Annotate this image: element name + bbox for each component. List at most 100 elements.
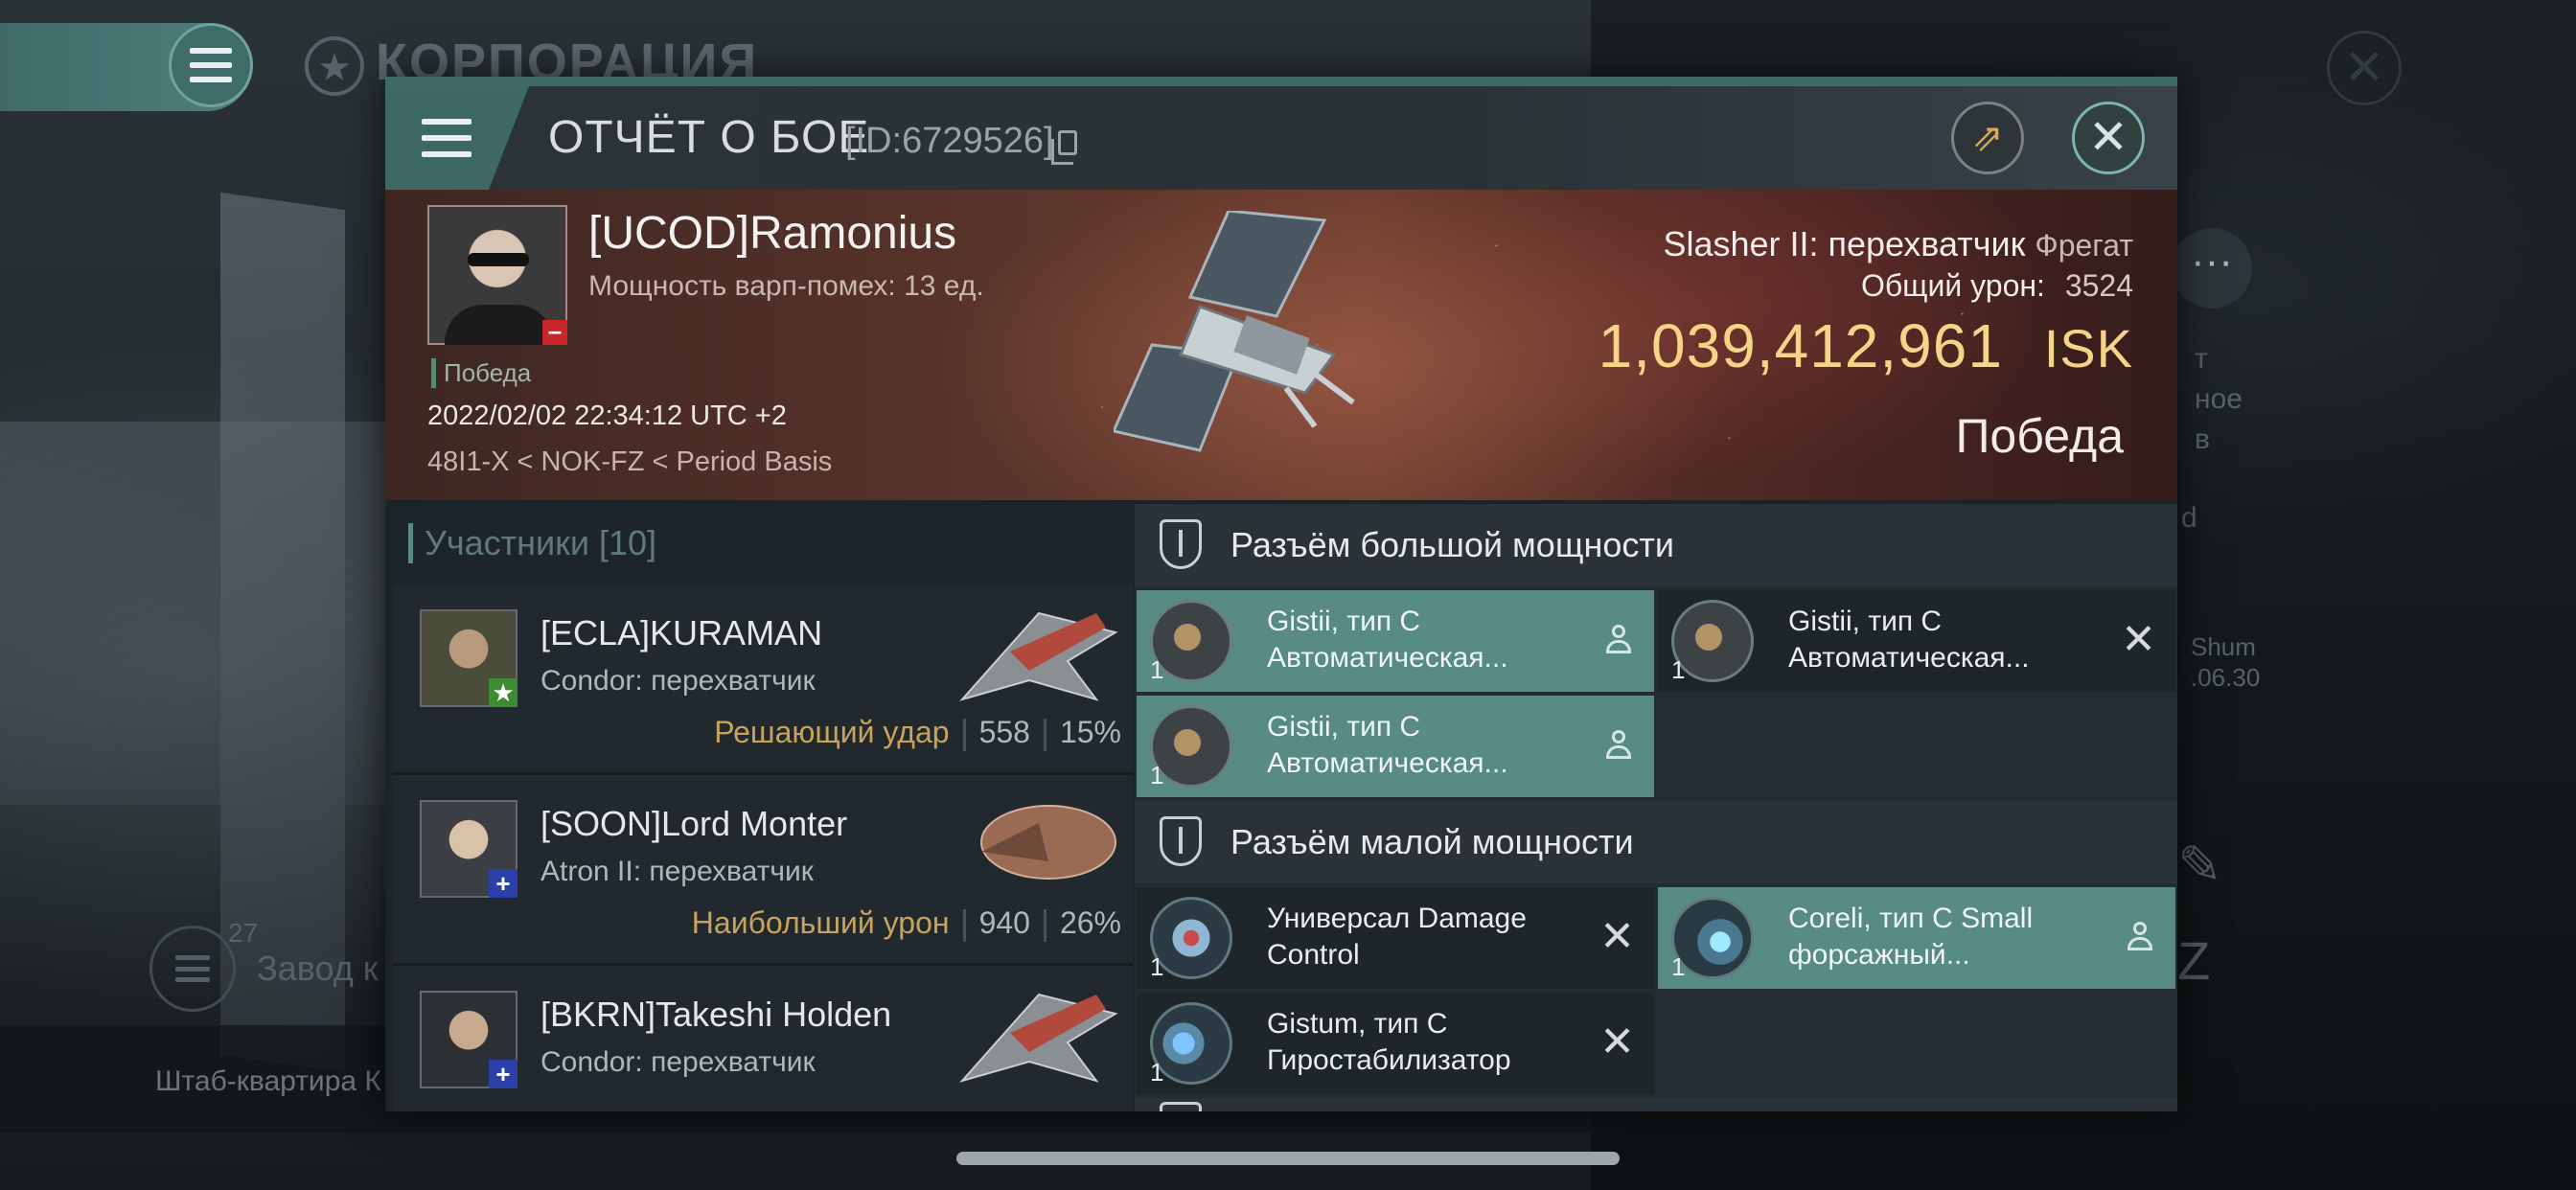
module-name: Coreli, тип C Small форсажный... — [1788, 903, 2034, 971]
star-badge-icon: ★ — [489, 678, 518, 707]
bg-side-text: .06.30 — [2191, 663, 2261, 692]
fitting-panel: Разъём большой мощности 1 Gistii, тип CА… — [1135, 504, 2177, 1111]
destroyed-x-icon: ✕ — [1599, 913, 1635, 960]
module-quantity: 1 — [1671, 655, 1686, 684]
more-options-icon[interactable]: ··· — [2172, 228, 2252, 309]
participant-name: [BKRN]Takeshi Holden — [540, 995, 892, 1034]
isk-value: 1,039,412,961 ISK — [1598, 310, 2133, 381]
isk-amount: 1,039,412,961 — [1598, 311, 2003, 380]
participant-percent: 26% — [1059, 905, 1121, 940]
share-icon[interactable]: ⇗ — [1951, 102, 2024, 174]
battle-result: Победа — [1955, 409, 2124, 463]
module-name: Gistum, тип C Гиростабилизатор — [1267, 1008, 1511, 1076]
hostile-badge-icon: – — [542, 318, 567, 345]
isk-currency: ISK — [2043, 318, 2133, 378]
participants-panel: Участники [10] ★ [ECLA]KURAMAN Condor: п… — [389, 504, 1133, 1111]
dropped-person-icon — [1606, 625, 1631, 657]
module-tile[interactable]: 1 Gistii, тип C Автоматическая... — [1137, 696, 1654, 797]
dropped-person-icon — [2128, 922, 2152, 954]
plus-badge-icon: + — [489, 869, 518, 898]
module-name: Gistii, тип C Автоматическая... — [1788, 606, 2030, 674]
victim-ship-image — [1114, 211, 1355, 452]
high-slot-header: Разъём большой мощности — [1135, 504, 2177, 586]
warp-disruption-strength: Мощность варп-помех: 13 ед. — [588, 270, 984, 302]
participant-role: Наибольший урон — [691, 905, 950, 940]
bg-side-text: в — [2195, 423, 2210, 455]
star-icon: ★ — [305, 36, 364, 96]
bottom-label: Завод к — [257, 949, 379, 988]
participant-stats: Наибольший урон 940 26% — [692, 905, 1121, 942]
bg-side-text: ное — [2195, 383, 2242, 415]
total-damage-label: Общий урон: — [1860, 268, 2045, 303]
participant-role: Решающий удар — [714, 715, 950, 749]
high-slot-title: Разъём большой мощности — [1230, 525, 1674, 564]
participant-ship: Condor: перехватчик — [540, 665, 816, 697]
module-tile[interactable]: 1 Gistii, тип C Автоматическая... — [1137, 590, 1654, 692]
settings-icon[interactable]: Z — [2177, 929, 2210, 992]
bottom-menu-button[interactable] — [150, 926, 236, 1012]
dialog-menu-button[interactable] — [385, 86, 529, 190]
total-damage-value: 3524 — [2064, 268, 2133, 303]
close-icon[interactable]: ✕ — [2072, 102, 2145, 174]
total-damage: Общий урон: 3524 — [1861, 268, 2133, 304]
kill-datetime: 2022/02/02 22:34:12 UTC +2 — [427, 400, 787, 431]
kill-location[interactable]: 48I1-X < NOK-FZ < Period Basis — [427, 446, 832, 478]
dialog-title: ОТЧЁТ О БОЕ — [548, 112, 870, 163]
participant-row[interactable]: + [SOON]Lord Monter Atron II: перехватчи… — [393, 775, 1133, 966]
participant-row[interactable]: + [BKRN]Takeshi Holden Condor: перехватч… — [393, 966, 1133, 1111]
battle-report-dialog: ОТЧЁТ О БОЕ [ID:6729526] ⇗ ✕ – [UCOD]Ram… — [385, 77, 2177, 1111]
copy-icon[interactable] — [1051, 130, 1077, 165]
main-menu-button[interactable] — [169, 23, 253, 107]
slot-icon — [1160, 1102, 1202, 1111]
destroyed-x-icon: ✕ — [2121, 616, 2156, 663]
participant-row[interactable]: ★ [ECLA]KURAMAN Condor: перехватчик Реша… — [393, 584, 1133, 775]
hq-label: Штаб-квартира К — [155, 1065, 381, 1097]
module-name: Gistii, тип C Автоматическая... — [1267, 606, 1508, 674]
participant-name: [SOON]Lord Monter — [540, 804, 848, 843]
dialog-header: ОТЧЁТ О БОЕ [ID:6729526] ⇗ ✕ — [385, 86, 2177, 190]
low-slot-title: Разъём малой мощности — [1230, 822, 1634, 861]
plus-badge-icon: + — [489, 1060, 518, 1088]
participant-stats: Решающий удар 558 15% — [714, 715, 1121, 751]
module-tile[interactable]: 1 Gistii, тип C Автоматическая... ✕ — [1658, 590, 2175, 692]
participant-ship-image — [958, 993, 1118, 1083]
participants-count: [10] — [599, 523, 657, 562]
participant-ship-image — [980, 805, 1116, 880]
module-tile[interactable]: 1 Gistum, тип C Гиростабилизатор ✕ — [1137, 993, 1654, 1094]
destroyed-x-icon: ✕ — [1599, 1018, 1635, 1065]
victim-name[interactable]: [UCOD]Ramonius — [588, 207, 956, 260]
participants-heading: Участники [10] — [408, 523, 656, 563]
participant-damage: 558 — [978, 715, 1030, 749]
module-quantity: 1 — [1150, 761, 1164, 790]
dropped-person-icon — [1606, 730, 1631, 763]
victim-ship[interactable]: Slasher II: перехватчик Фрегат — [1663, 224, 2133, 264]
module-tile[interactable]: 1 Coreli, тип C Small форсажный... — [1658, 887, 2175, 989]
module-quantity: 1 — [1150, 655, 1164, 684]
victim-banner: – [UCOD]Ramonius Мощность варп-помех: 13… — [385, 190, 2177, 500]
home-indicator[interactable] — [956, 1152, 1620, 1165]
high-slot-icon — [1160, 519, 1202, 569]
participants-label: Участники — [425, 523, 589, 562]
edit-icon[interactable]: ✎ — [2177, 834, 2222, 897]
bottom-count: 27 — [228, 918, 259, 948]
report-id: [ID:6729526] — [845, 121, 1054, 161]
menu-icon — [190, 48, 232, 82]
station-structure — [0, 422, 402, 805]
participant-name: [ECLA]KURAMAN — [540, 613, 823, 652]
next-slot-header — [1135, 1098, 2177, 1111]
module-tile[interactable]: 1 Универсал Damage Control ✕ — [1137, 887, 1654, 989]
victim-ship-name: Slasher II: перехватчик — [1663, 224, 2026, 263]
background-close-icon[interactable]: ✕ — [2327, 31, 2402, 105]
low-slot-header: Разъём малой мощности — [1135, 801, 2177, 883]
bg-side-text: d — [2181, 502, 2197, 534]
result-tag: Победа — [431, 358, 531, 388]
module-quantity: 1 — [1150, 1058, 1164, 1087]
victim-ship-class: Фрегат — [2035, 228, 2133, 263]
participant-percent: 15% — [1059, 715, 1121, 749]
bg-side-text: Shum — [2191, 632, 2256, 661]
menu-icon — [422, 119, 472, 157]
module-name: Универсал Damage Control — [1267, 903, 1527, 971]
participant-damage: 940 — [978, 905, 1030, 940]
menu-icon — [175, 955, 210, 982]
low-slot-icon — [1160, 816, 1202, 866]
